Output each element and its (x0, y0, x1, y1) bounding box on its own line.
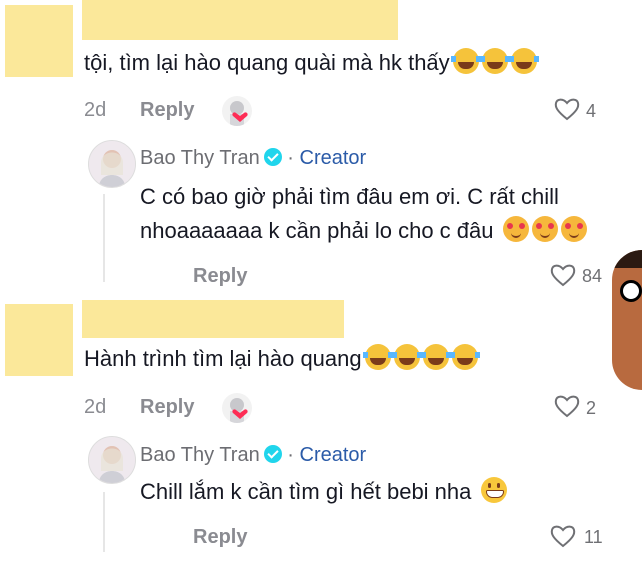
sticker-image (612, 250, 642, 390)
heart-icon[interactable] (550, 263, 576, 287)
creator-liked-avatar (222, 96, 252, 126)
reply-body: nhoaaaaaaa k cần phải lo cho c đâu (140, 218, 494, 243)
heart-icon[interactable] (554, 97, 580, 121)
comment-text: Hành trình tìm lại hào quang (84, 342, 480, 376)
author-name[interactable]: Bao Thy Tran (140, 147, 260, 169)
creator-badge: Creator (299, 444, 367, 466)
like-count: 2 (586, 398, 597, 418)
smiling-hearts-icon (560, 216, 587, 242)
verified-badge-icon (263, 445, 282, 463)
joy-icon (391, 344, 422, 370)
comment-age: 2d (84, 99, 107, 121)
creator-liked-avatar (222, 393, 252, 423)
smiling-hearts-icon (502, 216, 529, 242)
joy-icon (449, 344, 480, 370)
reply-author-line: Bao Thy Tran · Creator (140, 147, 366, 170)
grinning-icon (480, 477, 507, 503)
comment-text: tội, tìm lại hào quang quài mà hk thấy (84, 46, 539, 80)
reply-text-line1: C có bao giờ phải tìm đâu em ơi. C rất c… (140, 184, 559, 209)
comment-body: tội, tìm lại hào quang quài mà hk thấy (84, 50, 450, 75)
joy-icon (420, 344, 451, 370)
like-count: 4 (586, 101, 597, 121)
heart-icon[interactable] (554, 394, 580, 418)
thread-line (103, 194, 105, 282)
redacted-avatar (5, 5, 73, 77)
creator-badge: Creator (299, 147, 367, 169)
thread-line (103, 492, 105, 552)
like-count: 84 (582, 266, 603, 286)
comment-body: Hành trình tìm lại hào quang (84, 346, 362, 371)
redacted-avatar (5, 304, 73, 376)
reply-button[interactable]: Reply (193, 526, 247, 549)
reply-button[interactable]: Reply (193, 265, 247, 288)
reply-body: Chill lắm k cần tìm gì hết bebi nha (140, 479, 472, 504)
redacted-username (82, 0, 398, 40)
reply-text-line2: nhoaaaaaaa k cần phải lo cho c đâu (140, 214, 587, 248)
redacted-username (82, 300, 344, 338)
joy-icon (508, 48, 539, 74)
author-name[interactable]: Bao Thy Tran (140, 444, 260, 466)
reply-text: Chill lắm k cần tìm gì hết bebi nha (140, 475, 507, 509)
like-count: 11 (584, 527, 603, 547)
creator-avatar[interactable] (88, 140, 136, 188)
joy-icon (479, 48, 510, 74)
comment-age: 2d (84, 396, 107, 418)
verified-badge-icon (263, 148, 282, 166)
heart-icon[interactable] (550, 524, 576, 548)
smiling-hearts-icon (531, 216, 558, 242)
creator-avatar[interactable] (88, 436, 136, 484)
reply-author-line: Bao Thy Tran · Creator (140, 444, 366, 467)
joy-icon (362, 344, 393, 370)
reply-button[interactable]: Reply (140, 396, 194, 419)
separator: · (287, 147, 294, 169)
separator: · (287, 444, 294, 466)
reply-button[interactable]: Reply (140, 99, 194, 122)
joy-icon (450, 48, 481, 74)
